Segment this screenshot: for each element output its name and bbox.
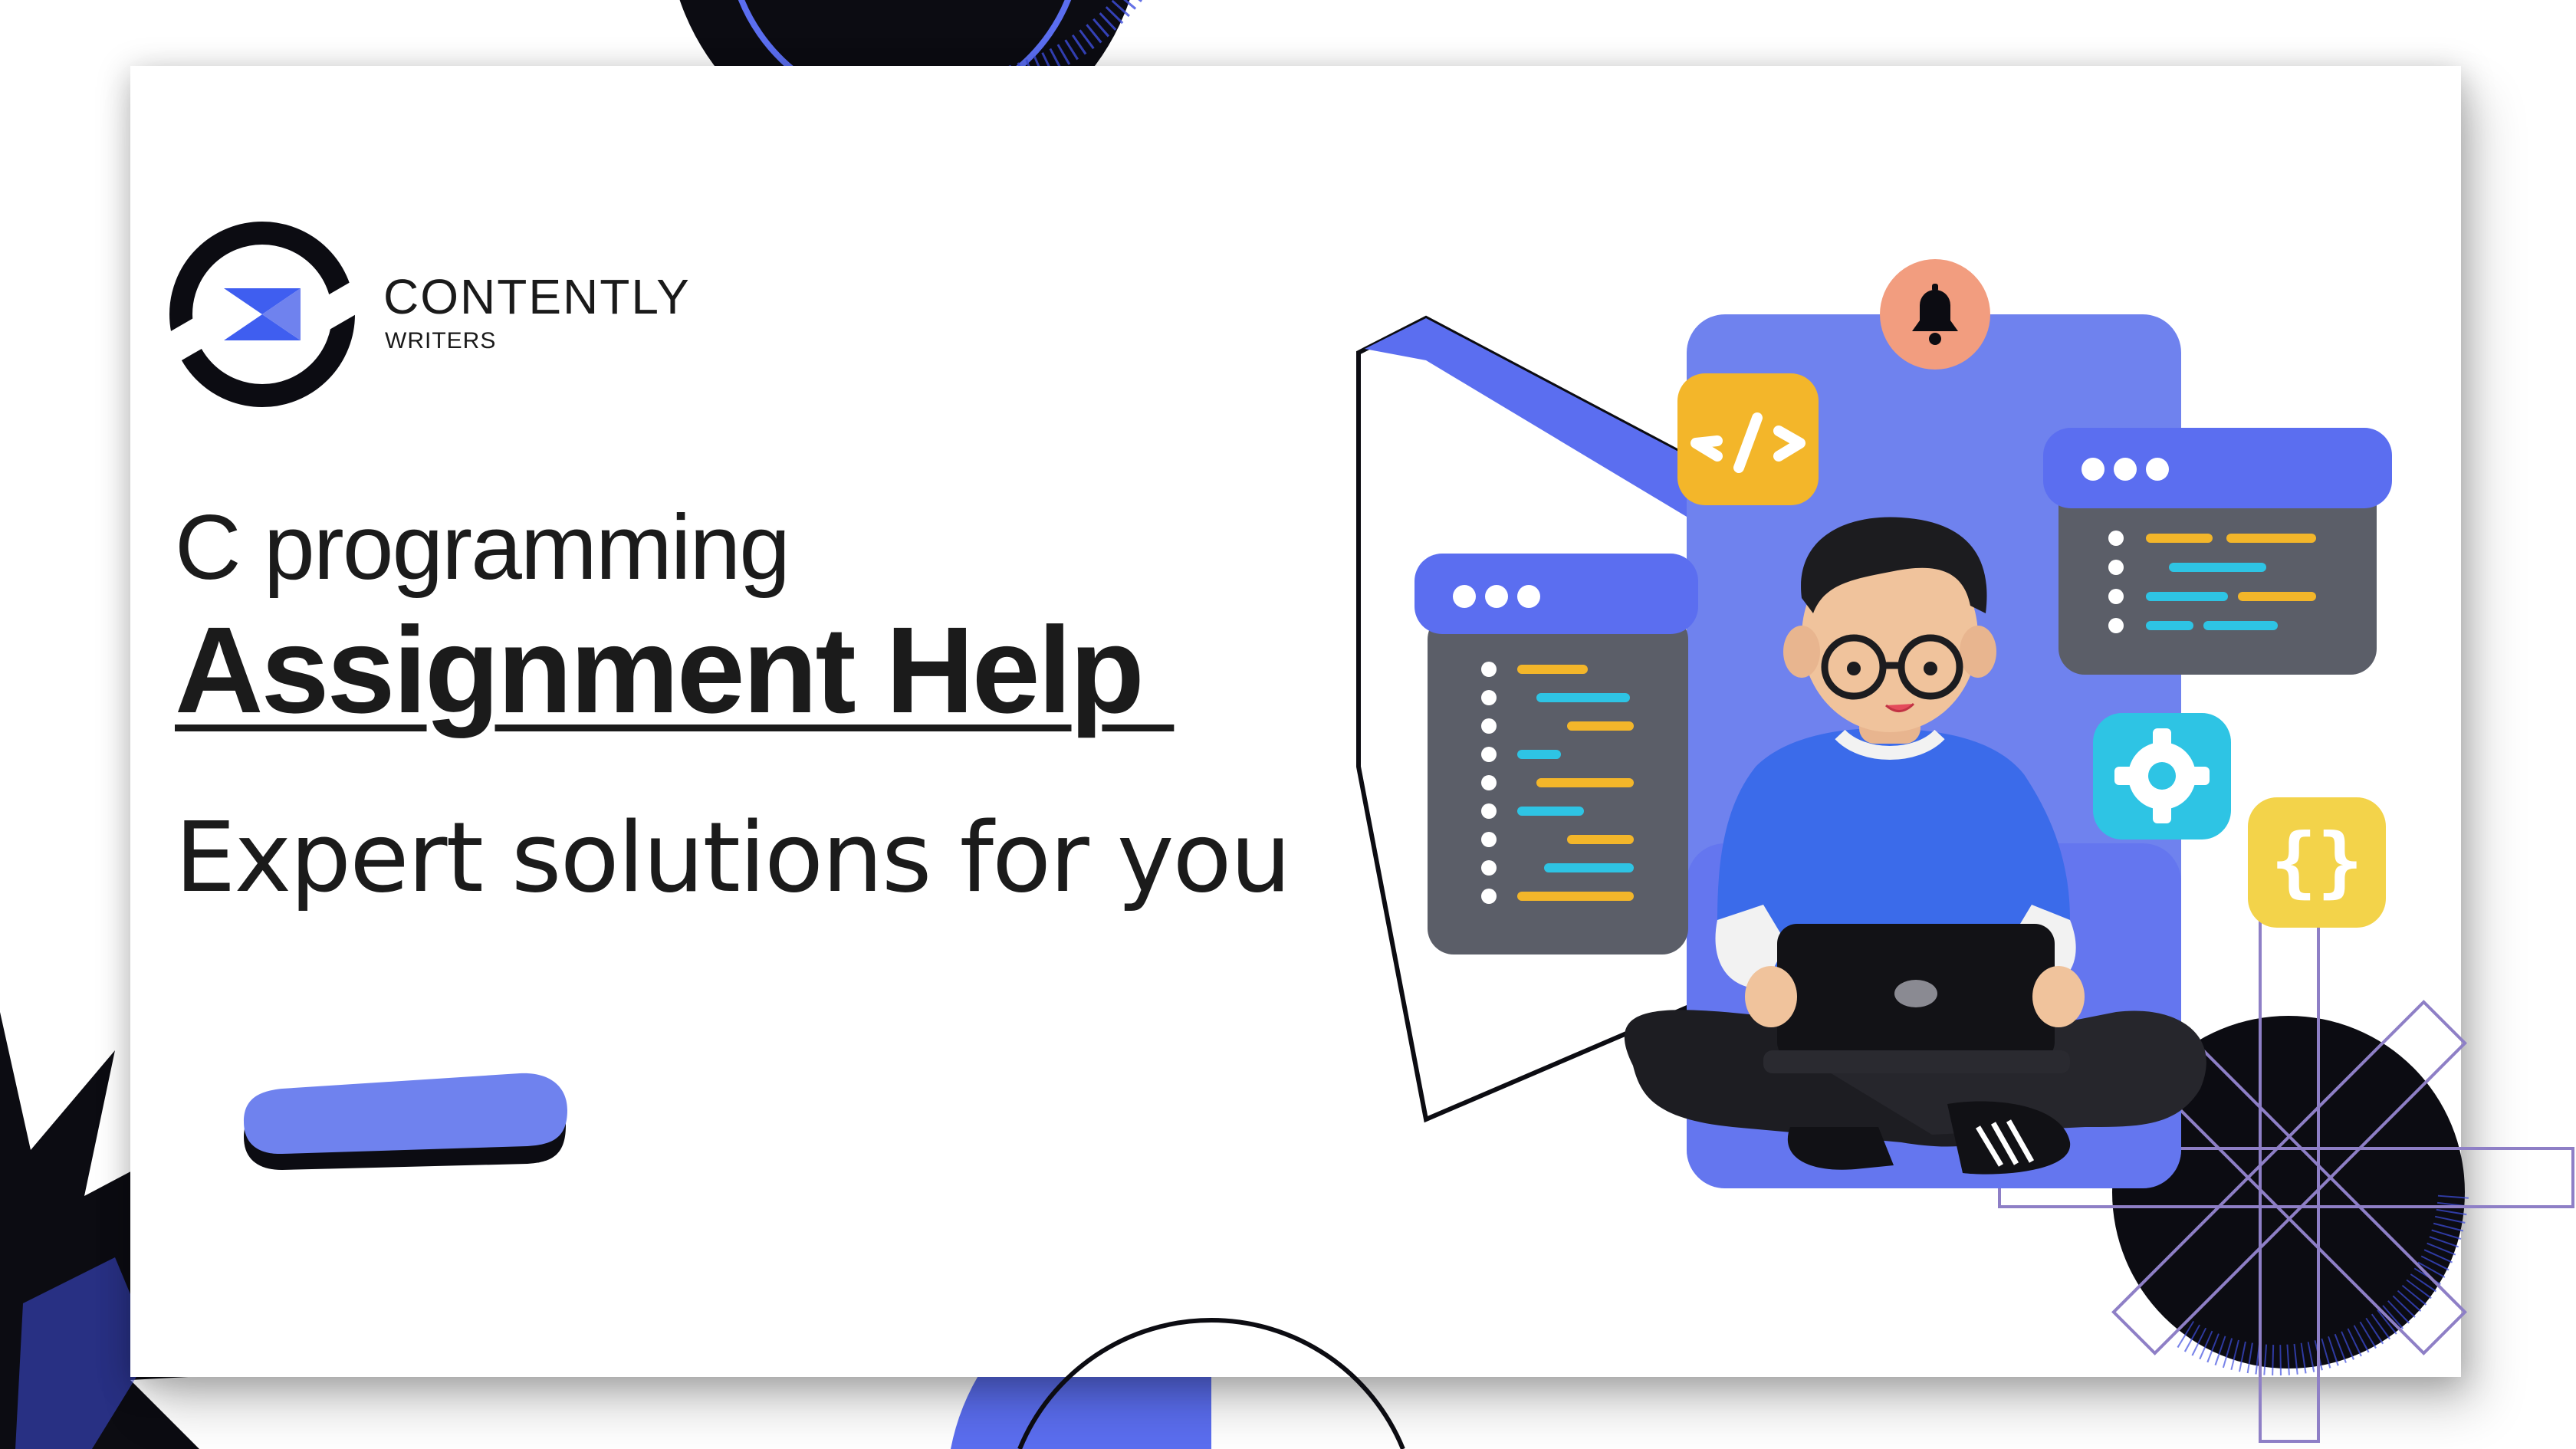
right-code-window	[2043, 428, 2392, 675]
brand-name: CONTENTLY	[383, 269, 691, 324]
left-code-window	[1414, 554, 1698, 955]
brand-subtitle: WRITERS	[385, 328, 497, 353]
contently-logo-icon	[161, 222, 363, 407]
gear-icon	[2093, 713, 2231, 840]
headline-line-1: C programming	[175, 496, 790, 599]
headline-line-2: Assignment Help	[175, 601, 1175, 738]
bell-icon	[1880, 259, 1990, 370]
decorative-pill	[244, 1073, 567, 1170]
svg-text:{}: {}	[2271, 816, 2363, 906]
code-tag-icon	[1677, 373, 1819, 505]
banner: {} CONTENTLY WRITERS C programming Assig…	[0, 0, 2576, 1449]
bottom-arc-outline	[1017, 1318, 1405, 1449]
headline-tagline: Expert solutions for you	[175, 801, 1291, 914]
laptop-icon	[1745, 924, 2085, 1073]
curly-braces-icon: {}	[2248, 797, 2386, 928]
